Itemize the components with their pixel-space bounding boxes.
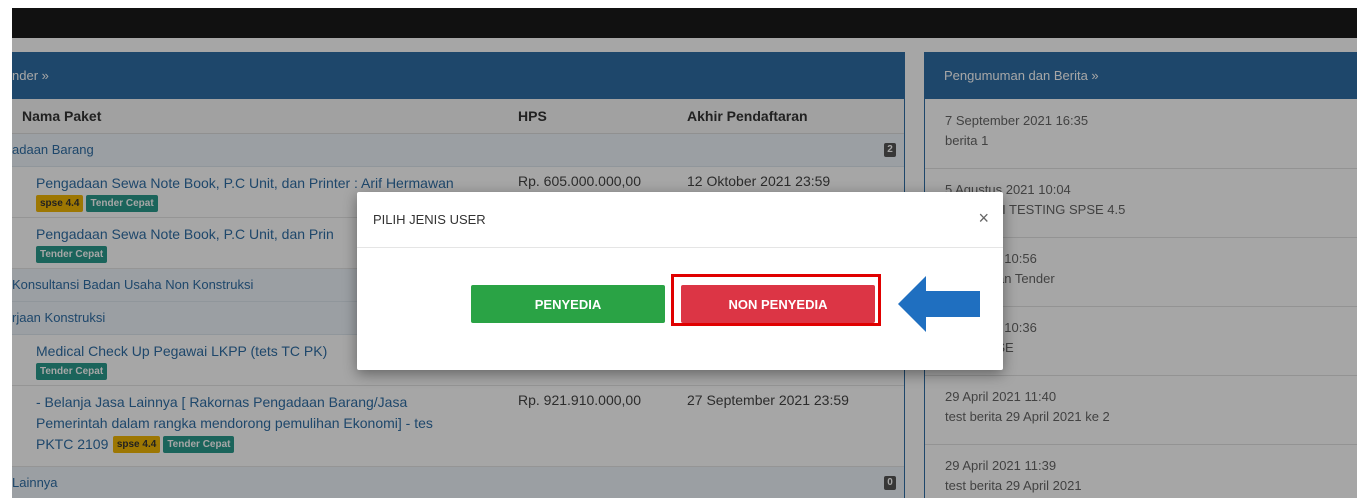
arrow-left-icon [892,268,984,340]
modal-header: PILIH JENIS USER × [357,192,1003,248]
modal-title: PILIH JENIS USER [373,212,486,227]
close-icon[interactable]: × [978,208,989,229]
non-penyedia-button[interactable]: NON PENYEDIA [681,285,875,323]
penyedia-button[interactable]: PENYEDIA [471,285,665,323]
